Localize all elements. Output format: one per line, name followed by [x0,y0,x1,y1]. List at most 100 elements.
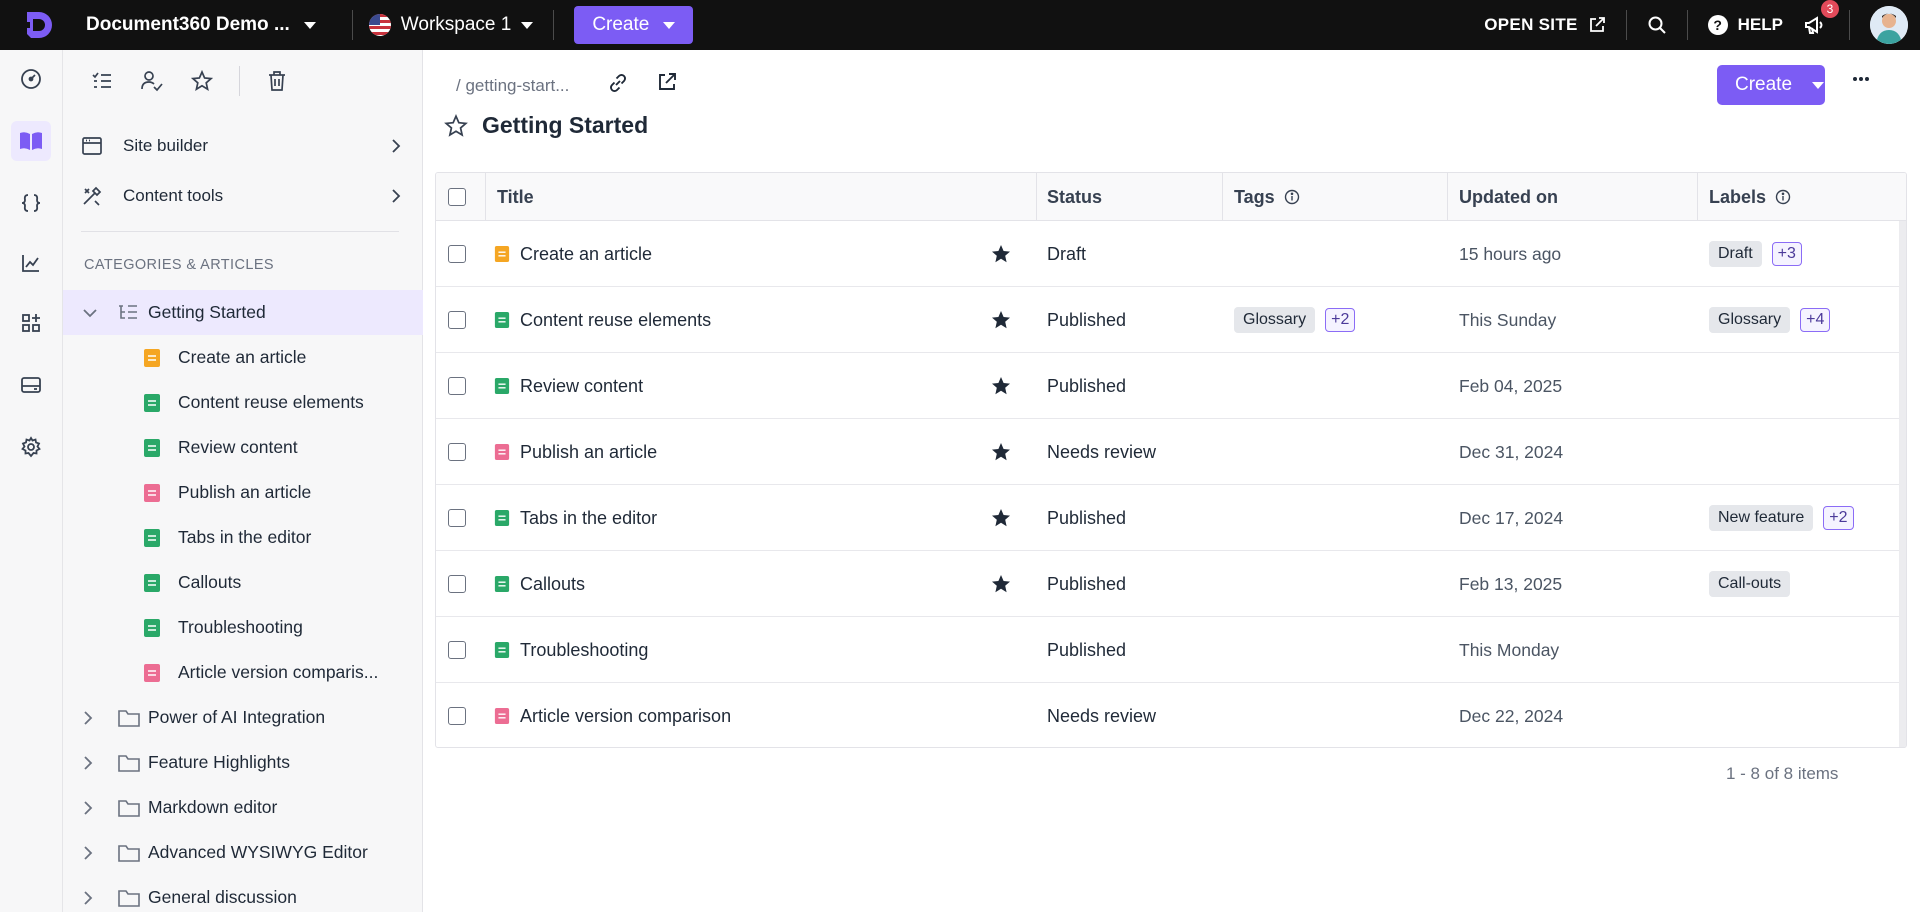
column-updated-on[interactable]: Updated on [1459,173,1558,221]
breadcrumb[interactable]: / getting-start... [456,76,569,96]
dashboard-icon[interactable] [11,59,51,99]
announcements-button[interactable]: 3 [1803,0,1839,36]
title-cell[interactable]: Tabs in the editor [494,485,657,551]
all-articles-icon[interactable] [77,64,127,98]
chevron-right-icon[interactable] [83,800,97,815]
row-checkbox[interactable] [448,353,466,419]
tree-folder[interactable]: Markdown editor [63,785,423,830]
content-tools-menu[interactable]: Content tools [63,173,423,219]
workspace-selector[interactable]: Workspace 1 [368,14,534,36]
title-cell[interactable]: Review content [494,353,643,419]
document360-logo-icon[interactable] [16,3,60,47]
search-icon[interactable] [1647,15,1667,35]
label-chip[interactable]: New feature [1709,505,1814,531]
tree-article[interactable]: Create an article [63,335,423,380]
tag-chip[interactable]: Glossary [1234,307,1316,333]
table-row[interactable]: Troubleshooting Published This Monday [436,617,1906,683]
tree-folder[interactable]: Feature Highlights [63,740,423,785]
apps-icon[interactable] [11,303,51,343]
table-row[interactable]: Content reuse elements Published Glossary +… [436,287,1906,353]
row-checkbox[interactable] [448,221,466,287]
chevron-right-icon[interactable] [83,845,97,860]
create-button[interactable]: Create [574,6,694,44]
tree-article[interactable]: Tabs in the editor [63,515,423,560]
star-filled-icon[interactable] [990,221,1012,287]
create-article-button[interactable]: Create [1717,65,1825,105]
copy-link-icon[interactable] [606,71,630,95]
tree-folder[interactable]: General discussion [63,875,423,920]
title-cell[interactable]: Create an article [494,221,652,287]
starred-icon[interactable] [177,64,227,98]
table-row[interactable]: Publish an article Needs review Dec 31, 20… [436,419,1906,485]
title-cell[interactable]: Troubleshooting [494,617,648,683]
recycle-bin-icon[interactable] [252,64,302,98]
analytics-icon[interactable] [11,243,51,283]
my-articles-icon[interactable] [127,64,177,98]
category-getting-started[interactable]: Getting Started [63,290,423,335]
info-icon[interactable] [1284,189,1300,205]
info-icon[interactable] [1775,189,1791,205]
star-outline-icon[interactable] [444,113,468,138]
column-labels[interactable]: Labels [1709,173,1791,221]
folder-icon [117,798,141,818]
labels-cell: Draft +3 [1709,221,1802,287]
tree-folder[interactable]: Power of AI Integration [63,695,423,740]
row-checkbox[interactable] [448,683,466,747]
chevron-right-icon[interactable] [83,710,97,725]
site-builder-menu[interactable]: Site builder [63,123,423,169]
table-row[interactable]: Review content Published Feb 04, 2025 [436,353,1906,419]
tree-article[interactable]: Article version comparis... [63,650,423,695]
star-filled-icon[interactable] [990,287,1012,353]
label-chip[interactable]: Draft [1709,241,1762,267]
avatar[interactable] [1870,6,1908,44]
title-cell[interactable]: Article version comparison [494,683,731,747]
column-status[interactable]: Status [1047,173,1102,221]
more-tags-badge[interactable]: +2 [1325,308,1356,332]
widgets-icon[interactable] [11,365,51,405]
title-cell[interactable]: Callouts [494,551,585,617]
more-labels-badge[interactable]: +4 [1800,308,1831,332]
chevron-right-icon[interactable] [83,890,97,905]
tree-folder[interactable]: Advanced WYSIWYG Editor [63,830,423,875]
tree-article[interactable]: Publish an article [63,470,423,515]
column-tags[interactable]: Tags [1234,173,1300,221]
label-chip[interactable]: Call-outs [1709,571,1791,597]
row-checkbox[interactable] [448,485,466,551]
title-cell[interactable]: Publish an article [494,419,657,485]
star-filled-icon[interactable] [990,485,1012,551]
published-article-icon [494,576,510,592]
more-labels-badge[interactable]: +2 [1823,506,1854,530]
more-options-icon[interactable] [1852,76,1870,82]
tree-article[interactable]: Review content [63,425,423,470]
table-row[interactable]: Create an article Draft 15 hours ago Draft +… [436,221,1906,287]
star-filled-icon[interactable] [990,353,1012,419]
tree-article[interactable]: Content reuse elements [63,380,423,425]
api-icon[interactable] [11,183,51,223]
row-checkbox[interactable] [448,551,466,617]
star-filled-icon[interactable] [990,419,1012,485]
table-row[interactable]: Callouts Published Feb 13, 2025 Call-outs [436,551,1906,617]
table-row[interactable]: Article version comparison Needs review De… [436,683,1906,747]
title-cell[interactable]: Content reuse elements [494,287,711,353]
chevron-right-icon[interactable] [83,755,97,770]
help-button[interactable]: ? HELP [1707,15,1783,35]
external-link-icon[interactable] [656,71,678,95]
settings-icon[interactable] [11,427,51,467]
row-checkbox[interactable] [448,287,466,353]
select-all-checkbox[interactable] [448,173,466,221]
updated-cell: This Monday [1459,639,1560,660]
tree-article[interactable]: Troubleshooting [63,605,423,650]
project-selector[interactable]: Document360 Demo ... [86,14,316,36]
label-chip[interactable]: Glossary [1709,307,1791,333]
documentation-icon[interactable] [11,121,51,161]
star-filled-icon[interactable] [990,551,1012,617]
row-checkbox[interactable] [448,419,466,485]
more-labels-badge[interactable]: +3 [1771,242,1802,266]
column-title[interactable]: Title [497,173,534,221]
table-row[interactable]: Tabs in the editor Published Dec 17, 2024 N… [436,485,1906,551]
scrollbar[interactable] [1899,221,1906,747]
tree-article[interactable]: Callouts [63,560,423,605]
row-checkbox[interactable] [448,617,466,683]
chevron-down-icon[interactable] [83,308,97,318]
open-site-link[interactable]: OPEN SITE [1484,15,1605,35]
